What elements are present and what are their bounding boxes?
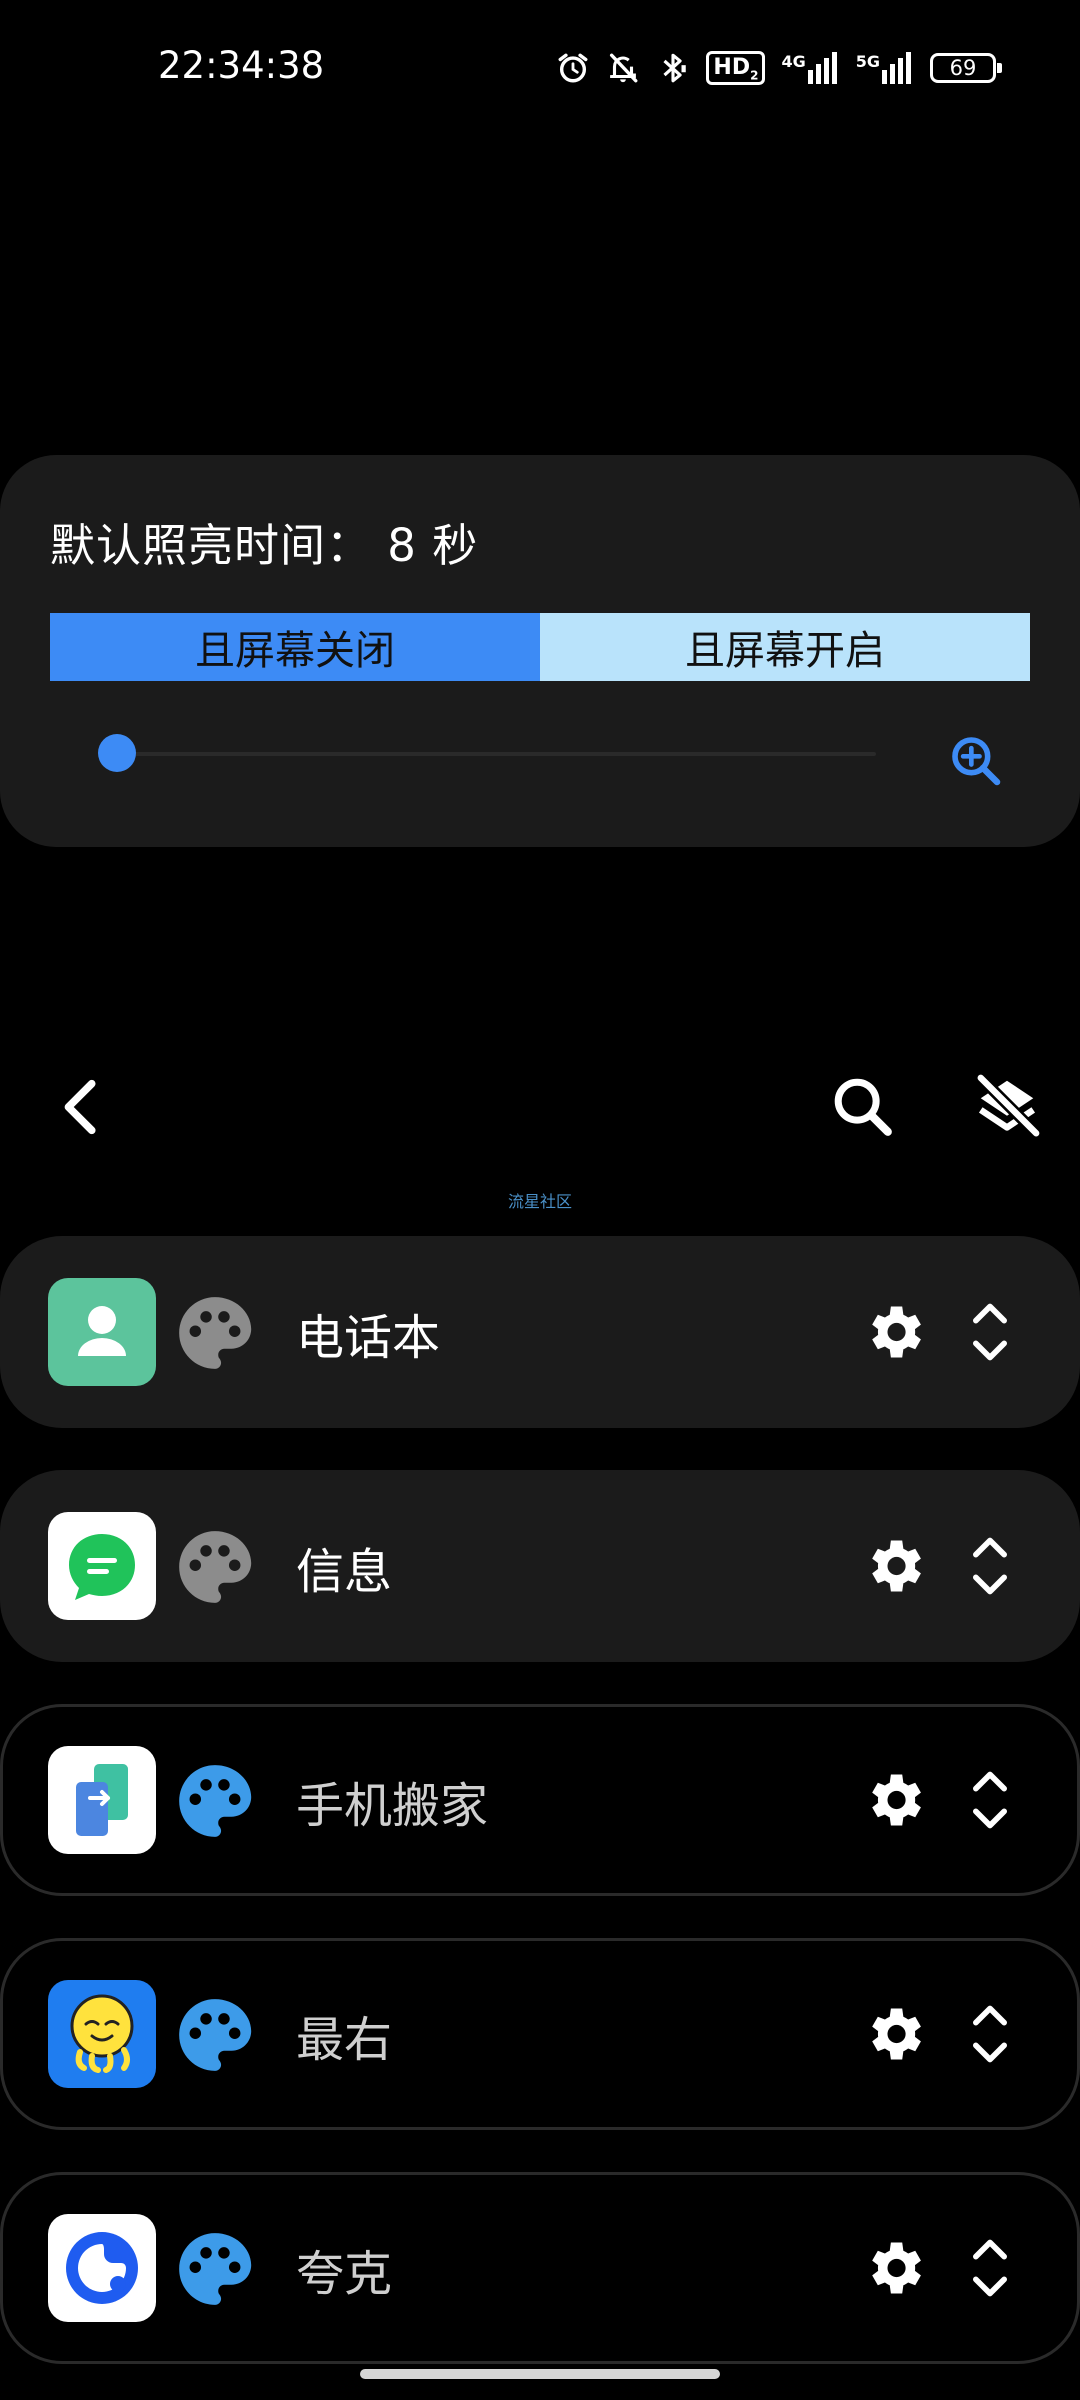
status-time: 22:34:38 [158,44,325,87]
duration-slider-track[interactable] [118,752,876,756]
app-name: 电话本 [296,1310,441,1366]
gear-icon[interactable] [860,2000,928,2068]
status-icons: HD2 4G 5G 69 [556,48,1002,88]
reorder-icon[interactable] [966,2234,1014,2302]
watermark: 流星社区 [507,1192,572,1211]
battery-indicator: 69 [930,53,1002,83]
app-name: 手机搬家 [296,1778,489,1834]
screen-state-segmented-control: 且屏幕关闭 且屏幕开启 [50,613,1030,681]
search-icon[interactable] [828,1072,898,1142]
duration-slider-thumb[interactable] [98,734,136,772]
zuiyou-icon [48,1980,156,2088]
contacts-icon [48,1278,156,1386]
palette-icon[interactable] [172,1758,258,1844]
phone-clone-icon [48,1746,156,1854]
net-4g-label: 4G [781,52,806,71]
mute-icon [610,53,638,83]
gear-icon[interactable] [860,1532,928,1600]
hd-label: HD [713,55,751,80]
reorder-icon[interactable] [966,1532,1014,1600]
back-icon[interactable] [48,1072,118,1142]
screen: 22:34:38 HD2 4G 5G 69 默认照亮时间： 8 秒 且屏幕关闭 … [0,0,1080,2400]
status-bar: 22:34:38 HD2 4G 5G 69 [0,0,1080,140]
palette-icon[interactable] [172,1524,258,1610]
gear-icon[interactable] [860,2234,928,2302]
segment-screen-off[interactable]: 且屏幕关闭 [50,613,540,681]
signal-5g: 5G [856,52,914,84]
app-row[interactable]: 夸克 [0,2172,1080,2364]
reorder-icon[interactable] [966,1298,1014,1366]
quark-icon [48,2214,156,2322]
app-name: 夸克 [296,2246,393,2302]
layers-off-icon[interactable] [972,1072,1042,1142]
segment-screen-on[interactable]: 且屏幕开启 [540,613,1030,681]
app-row[interactable]: 电话本 [0,1236,1080,1428]
app-row[interactable]: 最右 [0,1938,1080,2130]
zoom-in-icon[interactable] [948,733,1004,789]
reorder-icon[interactable] [966,2000,1014,2068]
app-row[interactable]: 手机搬家 [0,1704,1080,1896]
messages-icon [48,1512,156,1620]
gear-icon[interactable] [860,1298,928,1366]
illumination-panel: 默认照亮时间： 8 秒 且屏幕关闭 且屏幕开启 [0,455,1080,847]
app-name: 信息 [296,1544,393,1600]
bluetooth-icon [663,53,687,83]
signal-bars-icon [882,52,911,84]
hd-sub-label: 2 [750,68,759,83]
home-indicator[interactable] [360,2369,720,2379]
palette-icon[interactable] [172,1992,258,2078]
palette-icon[interactable] [172,2226,258,2312]
app-name: 最右 [296,2012,393,2068]
hd-badge: HD2 [706,51,766,85]
reorder-icon[interactable] [966,1766,1014,1834]
alarm-icon [558,53,588,83]
net-5g-label: 5G [855,52,880,71]
palette-icon[interactable] [172,1290,258,1376]
signal-4g: 4G [781,52,839,84]
gear-icon[interactable] [860,1766,928,1834]
app-row[interactable]: 信息 [0,1470,1080,1662]
signal-bars-icon [807,52,837,84]
panel-title: 默认照亮时间： 8 秒 [50,519,479,572]
